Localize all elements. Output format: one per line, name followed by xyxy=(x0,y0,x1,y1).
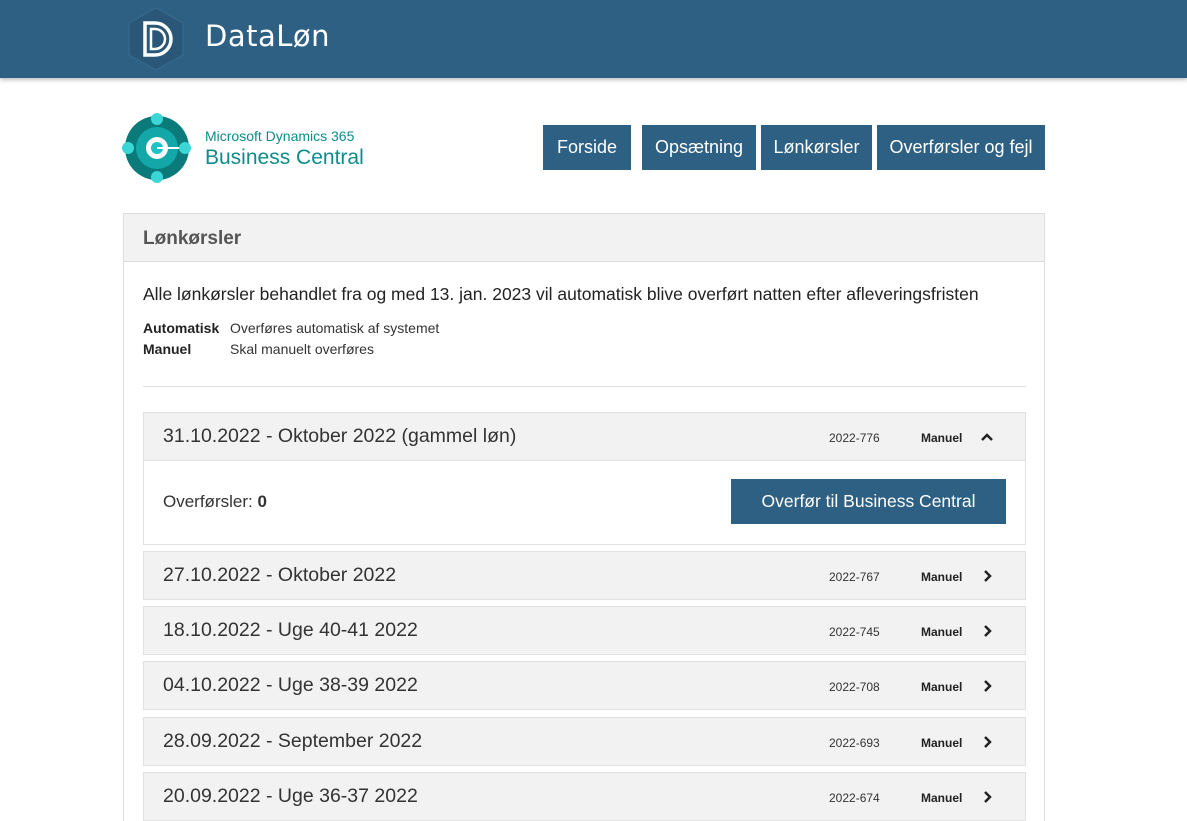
chevron-right-icon[interactable] xyxy=(978,567,996,585)
run-mode: Manuel xyxy=(921,570,963,584)
chevron-right-icon[interactable] xyxy=(978,788,996,806)
run-mode: Manuel xyxy=(921,680,963,694)
nav-payroll-runs-button[interactable]: Lønkørsler xyxy=(761,125,872,170)
run-title: 28.09.2022 - September 2022 xyxy=(163,730,423,752)
dataloen-logo-icon[interactable] xyxy=(123,6,189,72)
divider xyxy=(143,386,1026,387)
payroll-run-row[interactable]: 27.10.2022 - Oktober 2022 2022-767 Manue… xyxy=(143,551,1026,600)
run-title: 27.10.2022 - Oktober 2022 xyxy=(163,564,397,586)
run-id: 2022-693 xyxy=(829,736,880,750)
transfers-count: Overførsler: 0 xyxy=(163,492,267,512)
payroll-run-row[interactable]: 04.10.2022 - Uge 38-39 2022 2022-708 Man… xyxy=(143,661,1026,710)
run-title: 04.10.2022 - Uge 38-39 2022 xyxy=(163,674,418,696)
chevron-right-icon[interactable] xyxy=(978,677,996,695)
run-mode: Manuel xyxy=(921,791,963,805)
intro-text: Alle lønkørsler behandlet fra og med 13.… xyxy=(143,284,979,304)
transfers-value: 0 xyxy=(257,492,267,511)
product-line2: Business Central xyxy=(205,146,364,169)
brand-name: DataLøn xyxy=(205,19,331,53)
payroll-run-row[interactable]: 31.10.2022 - Oktober 2022 (gammel løn) 2… xyxy=(143,412,1026,461)
panel-title: Lønkørsler xyxy=(143,228,242,249)
legend-key-automatic: Automatisk xyxy=(143,320,220,336)
legend-value-automatic: Overføres automatisk af systemet xyxy=(230,320,440,336)
run-title: 31.10.2022 - Oktober 2022 (gammel løn) xyxy=(163,425,517,447)
run-mode: Manuel xyxy=(921,625,963,639)
run-id: 2022-708 xyxy=(829,680,880,694)
chevron-right-icon[interactable] xyxy=(978,733,996,751)
run-id: 2022-767 xyxy=(829,570,880,584)
run-title: 18.10.2022 - Uge 40-41 2022 xyxy=(163,619,418,641)
run-mode: Manuel xyxy=(921,431,963,445)
run-id: 2022-745 xyxy=(829,625,880,639)
business-central-logo-icon xyxy=(122,113,191,183)
product-line1: Microsoft Dynamics 365 xyxy=(205,128,355,144)
run-details: Overførsler: 0 Overfør til Business Cent… xyxy=(143,461,1026,545)
payroll-run-row[interactable]: 20.09.2022 - Uge 36-37 2022 2022-674 Man… xyxy=(143,772,1026,821)
payroll-run-row[interactable]: 28.09.2022 - September 2022 2022-693 Man… xyxy=(143,717,1026,766)
transfer-to-business-central-button[interactable]: Overfør til Business Central xyxy=(731,479,1006,524)
run-id: 2022-776 xyxy=(829,431,880,445)
chevron-up-icon[interactable] xyxy=(978,428,996,446)
chevron-right-icon[interactable] xyxy=(978,622,996,640)
panel-header: Lønkørsler xyxy=(124,214,1044,262)
payroll-runs-panel: Lønkørsler Alle lønkørsler behandlet fra… xyxy=(123,213,1045,821)
legend-key-manual: Manuel xyxy=(143,341,192,357)
run-id: 2022-674 xyxy=(829,791,880,805)
legend-value-manual: Skal manuelt overføres xyxy=(230,341,374,357)
transfers-label: Overførsler: xyxy=(163,492,258,511)
run-mode: Manuel xyxy=(921,736,963,750)
top-bar: DataLøn xyxy=(0,0,1187,78)
nav-transfers-errors-button[interactable]: Overførsler og fejl xyxy=(877,125,1045,170)
payroll-run-row[interactable]: 18.10.2022 - Uge 40-41 2022 2022-745 Man… xyxy=(143,606,1026,655)
nav-setup-button[interactable]: Opsætning xyxy=(642,125,756,170)
run-title: 20.09.2022 - Uge 36-37 2022 xyxy=(163,785,418,807)
nav-home-button[interactable]: Forside xyxy=(543,125,631,170)
